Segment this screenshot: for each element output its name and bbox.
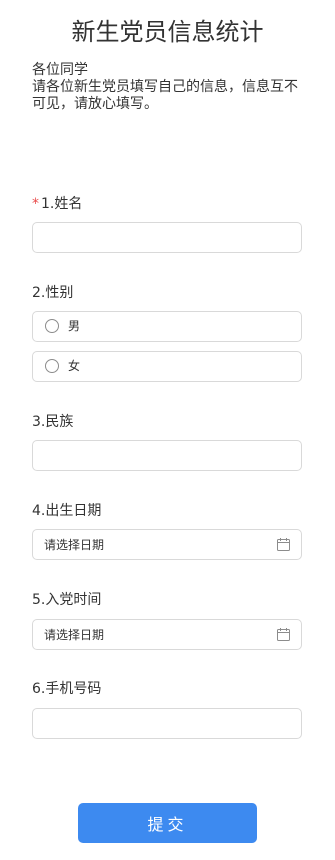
question-phone-label: 6.手机号码	[32, 681, 102, 697]
radio-unchecked-icon[interactable]	[45, 359, 59, 373]
name-input[interactable]	[32, 222, 302, 253]
calendar-icon[interactable]	[277, 628, 290, 641]
gender-option-female[interactable]: 女	[32, 351, 302, 382]
required-mark: *	[32, 196, 39, 212]
question-gender-label: 2.性别	[32, 285, 74, 301]
birth-date-placeholder: 请选择日期	[44, 538, 105, 552]
form-description: 各位同学 请各位新生党员填写自己的信息，信息互不可见，请放心填写。	[32, 62, 302, 113]
gender-option-male[interactable]: 男	[32, 311, 302, 342]
greeting-text: 各位同学	[32, 62, 88, 78]
gender-option-female-label: 女	[68, 359, 81, 373]
calendar-icon[interactable]	[277, 538, 290, 551]
question-ethnicity-label: 3.民族	[32, 414, 74, 430]
join-date-picker[interactable]: 请选择日期	[32, 619, 302, 650]
form-title: 新生党员信息统计	[71, 18, 264, 46]
intro-text: 请各位新生党员填写自己的信息，信息互不可见，请放心填写。	[32, 79, 298, 112]
birth-date-picker[interactable]: 请选择日期	[32, 529, 302, 560]
question-name-label: * 1.姓名	[32, 194, 82, 214]
question-birth-date-label: 4.出生日期	[32, 503, 102, 519]
ethnicity-input[interactable]	[32, 440, 302, 471]
submit-button[interactable]: 提交	[78, 803, 257, 843]
phone-input[interactable]	[32, 708, 302, 739]
radio-unchecked-icon[interactable]	[45, 319, 59, 333]
gender-option-male-label: 男	[68, 319, 81, 333]
question-join-date-label: 5.入党时间	[32, 592, 102, 608]
join-date-placeholder: 请选择日期	[44, 628, 105, 642]
question-name-text: 1.姓名	[41, 196, 83, 212]
